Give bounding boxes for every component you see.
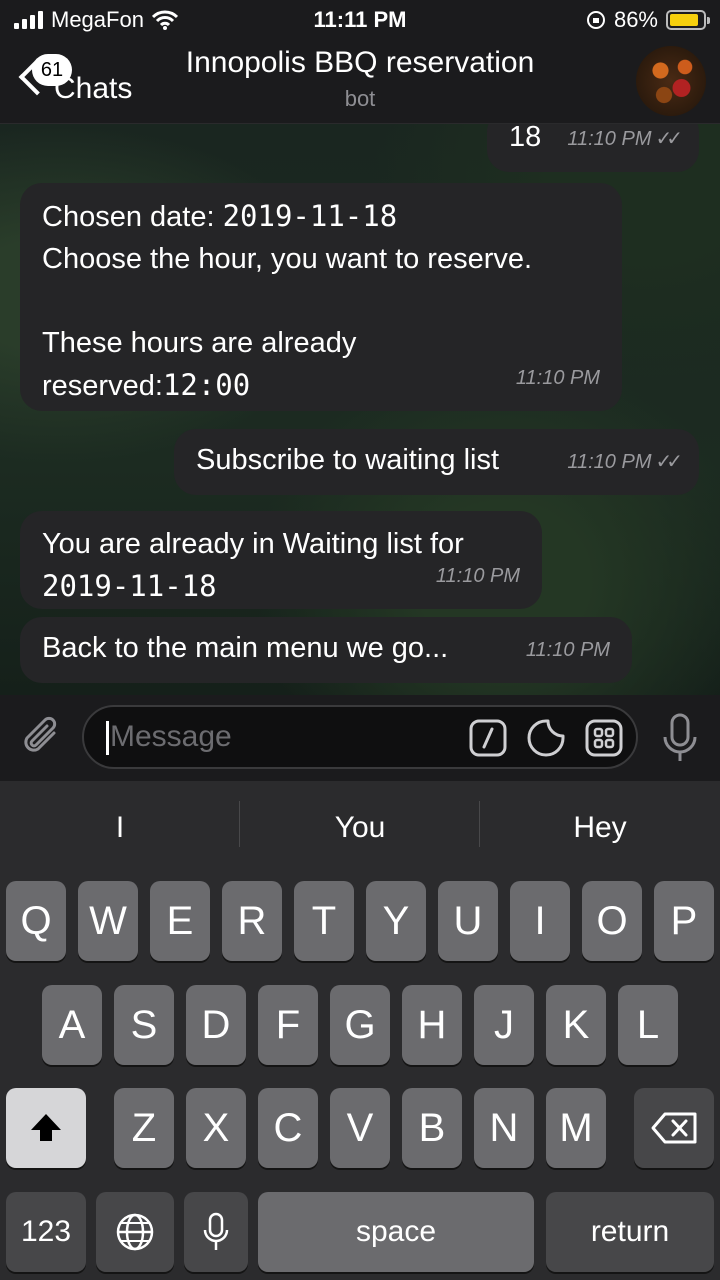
orientation-lock-icon <box>586 11 605 29</box>
message-hour: 12:00 <box>162 368 251 402</box>
message-incoming[interactable]: Back to the main menu we go... 11:10 PM <box>20 617 632 683</box>
bbq-avatar-icon[interactable] <box>636 46 706 116</box>
shift-arrow-icon <box>31 1114 61 1141</box>
read-checks-icon: ✓✓ <box>655 451 682 473</box>
message-meta: 11:10 PM ✓✓ <box>567 441 683 483</box>
key-a[interactable]: A <box>42 985 102 1065</box>
message-text: Subscribe to waiting list <box>196 444 500 476</box>
input-icons <box>468 718 624 758</box>
key-t[interactable]: T <box>294 881 354 961</box>
message-line: Choose the hour, you want to reserve. <box>42 243 533 275</box>
message-date: 2019-11-18 <box>222 199 398 233</box>
key-e[interactable]: E <box>150 881 210 961</box>
key-u[interactable]: U <box>438 881 498 961</box>
key-n[interactable]: N <box>474 1088 534 1168</box>
suggestion-bar: I You Hey <box>0 781 720 877</box>
dictation-key[interactable] <box>184 1192 248 1272</box>
key-b[interactable]: B <box>402 1088 462 1168</box>
message-list[interactable]: 18 11:10 PM ✓✓ Chosen date: 2019-11-18 Ch… <box>0 124 720 695</box>
input-bar: Message <box>0 695 720 781</box>
commands-icon[interactable] <box>468 718 508 758</box>
key-v[interactable]: V <box>330 1088 390 1168</box>
key-d[interactable]: D <box>186 985 246 1065</box>
suggestion-item[interactable]: I <box>0 811 240 845</box>
key-f[interactable]: F <box>258 985 318 1065</box>
backspace-icon <box>651 1112 697 1144</box>
key-l[interactable]: L <box>618 985 678 1065</box>
key-r[interactable]: R <box>222 881 282 961</box>
text-caret <box>106 721 109 755</box>
message-time: 11:10 PM <box>525 639 610 661</box>
key-c[interactable]: C <box>258 1088 318 1168</box>
key-q[interactable]: Q <box>6 881 66 961</box>
chat-subtitle: bot <box>344 86 376 111</box>
message-incoming[interactable]: You are already in Waiting list for 2019… <box>20 511 542 609</box>
return-key[interactable]: return <box>546 1192 714 1272</box>
message-time: 11:10 PM <box>567 128 652 150</box>
chat-title: Innopolis BBQ reservation <box>185 46 535 79</box>
key-y[interactable]: Y <box>366 881 426 961</box>
battery-fill <box>670 14 698 26</box>
sticker-icon[interactable] <box>526 718 566 758</box>
shift-key[interactable] <box>6 1088 86 1168</box>
key-o[interactable]: O <box>582 881 642 961</box>
message-text: 18 <box>509 124 542 153</box>
message-text: Chosen date: <box>42 201 223 233</box>
key-x[interactable]: X <box>186 1088 246 1168</box>
key-g[interactable]: G <box>330 985 390 1065</box>
message-outgoing[interactable]: Subscribe to waiting list 11:10 PM ✓✓ <box>174 429 699 495</box>
read-checks-icon: ✓✓ <box>655 128 682 150</box>
globe-icon <box>116 1213 154 1251</box>
inline-keyboard-icon[interactable] <box>584 718 624 758</box>
message-time: 11:10 PM <box>515 367 600 389</box>
dictation-mic-icon <box>203 1212 229 1250</box>
key-w[interactable]: W <box>78 881 138 961</box>
chat-header: Chats 61 Innopolis BBQ reservation bot <box>0 40 720 124</box>
message-meta: 11:10 PM ✓✓ <box>567 124 683 160</box>
globe-key[interactable] <box>96 1192 174 1272</box>
battery-percent: 86% <box>613 7 658 32</box>
suggestion-item[interactable]: Hey <box>480 811 720 845</box>
suggestion-item[interactable]: You <box>240 811 480 845</box>
message-time: 11:10 PM <box>567 451 652 473</box>
key-i[interactable]: I <box>510 881 570 961</box>
key-s[interactable]: S <box>114 985 174 1065</box>
message-incoming[interactable]: Chosen date: 2019-11-18 Choose the hour,… <box>20 183 622 411</box>
battery-icon <box>666 10 710 30</box>
key-p[interactable]: P <box>654 881 714 961</box>
message-line: Chosen date: 2019-11-18 <box>42 195 600 238</box>
key-m[interactable]: M <box>546 1088 606 1168</box>
keyboard: I You Hey Q W E R T Y U I O P A S D F G … <box>0 781 720 1280</box>
message-input[interactable]: Message <box>82 705 638 769</box>
backspace-key[interactable] <box>634 1088 714 1168</box>
status-right: 86% <box>586 7 710 33</box>
key-k[interactable]: K <box>546 985 606 1065</box>
back-button[interactable]: Chats 61 <box>14 50 154 110</box>
message-text: Back to the main menu we go... <box>42 632 449 664</box>
numbers-key[interactable]: 123 <box>6 1192 86 1272</box>
key-h[interactable]: H <box>402 985 462 1065</box>
status-bar: MegaFon 11:11 PM 86% <box>0 0 720 40</box>
key-z[interactable]: Z <box>114 1088 174 1168</box>
space-key[interactable]: space <box>258 1192 534 1272</box>
microphone-icon[interactable] <box>660 713 700 763</box>
message-outgoing[interactable]: 18 11:10 PM ✓✓ <box>487 124 699 172</box>
chat-title-area[interactable]: Innopolis BBQ reservation bot <box>150 46 570 112</box>
key-j[interactable]: J <box>474 985 534 1065</box>
attach-icon[interactable] <box>20 713 64 761</box>
message-placeholder: Message <box>110 720 232 753</box>
unread-badge: 61 <box>32 54 72 86</box>
message-time: 11:10 PM <box>435 565 520 587</box>
message-text: reserved: <box>42 370 163 402</box>
